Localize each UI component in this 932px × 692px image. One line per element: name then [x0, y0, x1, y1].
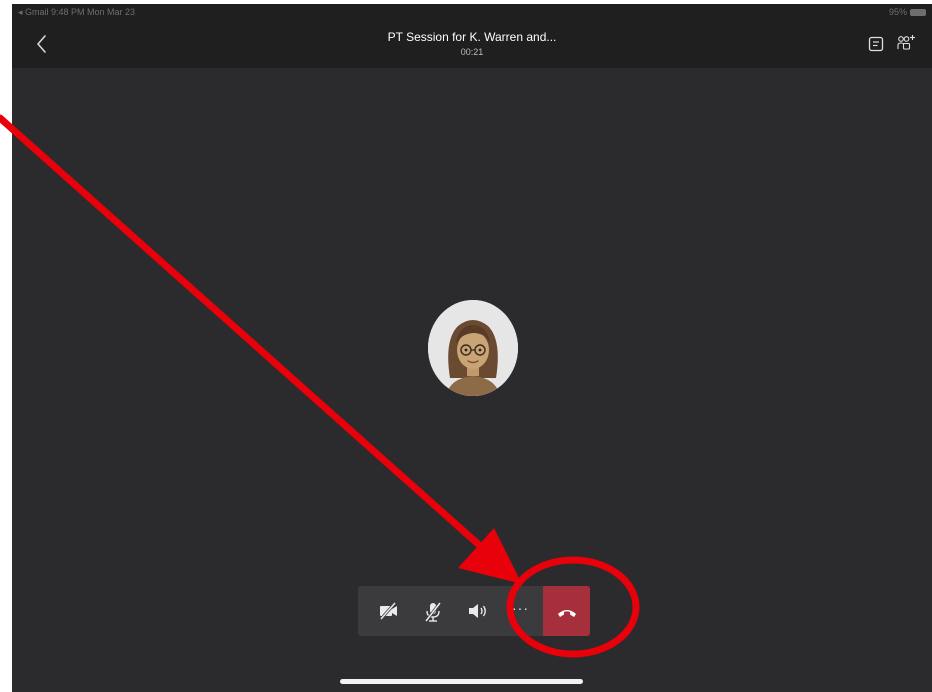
participants-icon — [897, 35, 915, 50]
mic-toggle-button[interactable] — [410, 586, 454, 636]
status-left: ◂ Gmail 9:48 PM Mon Mar 23 — [18, 7, 136, 17]
bitmoji-avatar-icon — [428, 300, 518, 396]
battery-icon — [910, 9, 926, 16]
call-header: PT Session for K. Warren and... 00:21 — [12, 20, 932, 68]
status-bar: ◂ Gmail 9:48 PM Mon Mar 23 95% — [12, 4, 932, 20]
title-block: PT Session for K. Warren and... 00:21 — [272, 30, 672, 57]
call-timer: 00:21 — [460, 47, 484, 57]
chat-button[interactable] — [868, 36, 884, 52]
more-options-button[interactable]: ··· — [498, 586, 542, 636]
battery-percent: 95% — [888, 7, 907, 17]
back-button[interactable] — [34, 33, 50, 55]
mic-off-icon — [424, 602, 442, 622]
teams-call-screen: ◂ Gmail 9:48 PM Mon Mar 23 95% PT Sessio… — [12, 4, 932, 692]
status-right: 95% — [889, 7, 926, 17]
participants-button[interactable] — [896, 34, 916, 52]
back-chevron-icon — [37, 35, 46, 53]
participant-avatar — [428, 300, 518, 396]
camera-toggle-button[interactable] — [366, 586, 410, 636]
hang-up-icon — [558, 610, 576, 617]
chat-icon — [868, 36, 884, 52]
call-control-bar: ··· — [358, 586, 590, 636]
more-icon: ··· — [512, 600, 529, 616]
speaker-icon — [469, 604, 486, 618]
meeting-title: PT Session for K. Warren and... — [387, 30, 557, 44]
speaker-button[interactable] — [454, 586, 498, 636]
hang-up-button[interactable] — [543, 586, 590, 636]
home-indicator — [340, 679, 583, 684]
camera-off-icon — [379, 602, 397, 620]
